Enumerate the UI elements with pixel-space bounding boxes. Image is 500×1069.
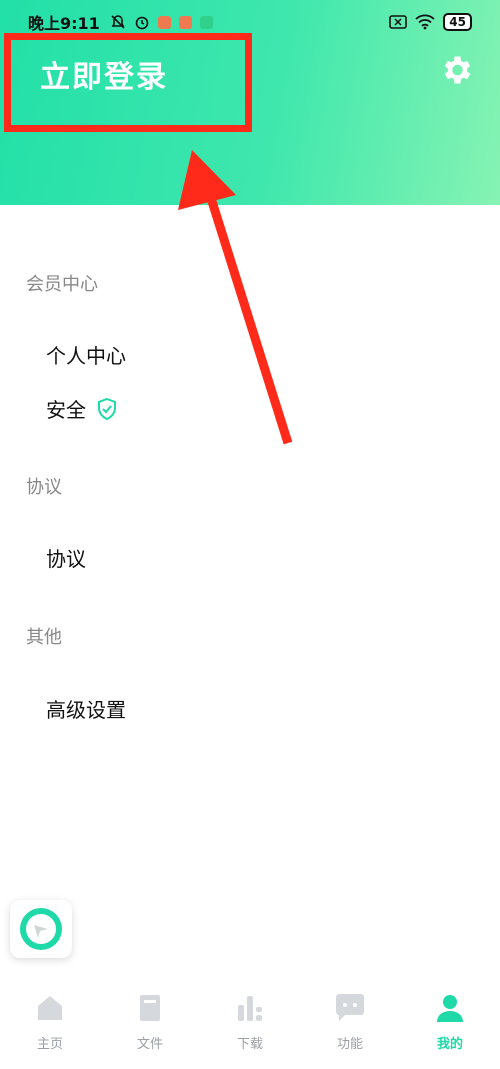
wifi-icon [415,14,435,30]
annotation-highlight-box [4,33,252,132]
settings-gear-icon[interactable] [438,52,474,88]
tab-download[interactable]: 下载 [210,993,290,1052]
notification-app-icon [157,15,171,29]
menu-item-security[interactable]: 安全 [46,394,118,423]
notification-app-icon [199,15,213,29]
send-icon [20,908,62,950]
tab-label: 文件 [136,1037,163,1052]
tab-functions[interactable]: 功能 [310,993,390,1052]
tab-label: 我的 [436,1037,463,1052]
home-icon [38,996,62,1020]
section-title-member: 会员中心 [26,274,98,295]
book-icon [140,995,160,1021]
tab-label: 功能 [336,1037,363,1052]
bottom-tab-bar: 主页 文件 下载 功能 我的 [0,975,500,1069]
section-title-agreement: 协议 [26,477,62,498]
menu-item-label: 个人中心 [46,344,126,368]
menu-item-label: 协议 [46,547,86,571]
tab-home[interactable]: 主页 [10,993,90,1052]
tab-label: 下载 [236,1037,263,1052]
chart-icon [238,996,262,1021]
tab-label: 主页 [36,1037,63,1052]
menu-item-personal-center[interactable]: 个人中心 [46,340,126,369]
user-icon [437,995,463,1022]
menu-item-agreement[interactable]: 协议 [46,543,86,572]
shield-check-icon [98,397,116,420]
floating-action-button[interactable] [10,900,72,958]
alarm-icon [135,16,149,30]
mute-bell-icon [111,15,125,29]
battery-indicator: 45 [443,13,472,31]
tab-files[interactable]: 文件 [110,993,190,1052]
section-title-other: 其他 [26,627,62,648]
annotation-arrow [178,150,293,445]
menu-item-advanced-settings[interactable]: 高级设置 [46,694,126,723]
tab-mine[interactable]: 我的 [410,993,490,1052]
sim-icon [389,15,408,29]
menu-item-label: 安全 [46,398,86,422]
status-time: 晚上9:11 [28,14,100,33]
notification-app-icon [178,15,192,29]
menu-item-label: 高级设置 [46,698,126,722]
chat-icon [336,994,364,1021]
